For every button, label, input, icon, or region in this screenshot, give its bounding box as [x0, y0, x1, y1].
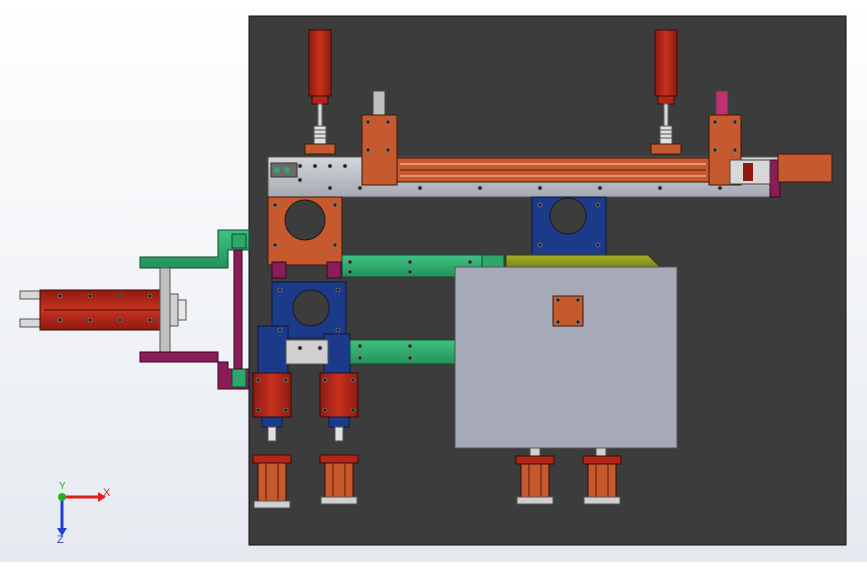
- bolt-head: [357, 355, 363, 361]
- bolt-head: [117, 317, 123, 323]
- bottom-cylinder-2[interactable]: [319, 454, 359, 505]
- bolt-head: [385, 147, 391, 153]
- bolt-head: [255, 407, 261, 413]
- clamp-mount-right[interactable]: [531, 196, 607, 256]
- bolt-head: [57, 317, 63, 323]
- bottom-cylinder-3[interactable]: [515, 447, 555, 505]
- bolt-head: [350, 377, 356, 383]
- bolt-head: [732, 119, 738, 125]
- bolt-head: [385, 119, 391, 125]
- bolt-head: [277, 327, 283, 333]
- bolt-head: [732, 147, 738, 153]
- bolt-head: [297, 163, 303, 169]
- bolt-head: [283, 407, 289, 413]
- bolt-head: [57, 293, 63, 299]
- bolt-head: [407, 355, 413, 361]
- bolt-head: [335, 327, 341, 333]
- bolt-head: [407, 269, 413, 275]
- bolt-head: [332, 202, 338, 208]
- bolt-head: [283, 377, 289, 383]
- bolt-head: [717, 185, 723, 191]
- bolt-head: [357, 343, 363, 349]
- bolt-head: [87, 293, 93, 299]
- z-axis-label: Z: [57, 534, 64, 546]
- rail-lower[interactable]: [349, 339, 457, 365]
- bolt-head: [537, 185, 543, 191]
- bolt-head: [477, 185, 483, 191]
- bolt-head: [407, 343, 413, 349]
- bolt-head: [712, 147, 718, 153]
- bolt-head: [87, 317, 93, 323]
- bolt-head: [657, 185, 663, 191]
- bolt-head: [595, 242, 601, 248]
- bolt-head: [407, 259, 413, 265]
- bolt-head: [147, 317, 153, 323]
- bolt-head: [297, 345, 303, 351]
- bolt-head: [342, 163, 348, 169]
- bolt-head: [277, 287, 283, 293]
- clamp-mount-lower[interactable]: [257, 281, 351, 375]
- bolt-head: [537, 202, 543, 208]
- bolt-head: [555, 319, 561, 325]
- bolt-head: [595, 202, 601, 208]
- bolt-head: [597, 185, 603, 191]
- bolt-head: [255, 377, 261, 383]
- bolt-head: [317, 345, 323, 351]
- bolt-head: [537, 242, 543, 248]
- bolt-head: [332, 242, 338, 248]
- bolt-head: [272, 242, 278, 248]
- bolt-head: [467, 259, 473, 265]
- bolt-head: [322, 377, 328, 383]
- bolt-head: [417, 185, 423, 191]
- bolt-head: [322, 407, 328, 413]
- bolt-head: [312, 163, 318, 169]
- bolt-head: [365, 147, 371, 153]
- cad-assembly-view[interactable]: X Y Z: [0, 0, 867, 562]
- bolt-head: [575, 319, 581, 325]
- bolt-head: [272, 202, 278, 208]
- bolt-head: [575, 297, 581, 303]
- bolt-head: [147, 293, 153, 299]
- bolt-head: [712, 119, 718, 125]
- cad-viewport[interactable]: X Y Z: [0, 0, 867, 562]
- bolt-head: [327, 163, 333, 169]
- x-axis-label: X: [103, 487, 111, 499]
- bolt-head: [365, 119, 371, 125]
- y-axis-label: Y: [59, 481, 66, 492]
- work-plate[interactable]: [454, 266, 678, 449]
- bottom-cylinder-4[interactable]: [582, 447, 622, 505]
- bolt-head: [555, 297, 561, 303]
- bolt-head: [117, 293, 123, 299]
- bolt-head: [297, 177, 303, 183]
- bolt-head: [350, 407, 356, 413]
- bolt-head: [327, 185, 333, 191]
- bottom-cylinder-1[interactable]: [252, 454, 292, 509]
- bolt-head: [347, 269, 353, 275]
- bolt-head: [335, 287, 341, 293]
- bolt-head: [357, 185, 363, 191]
- bolt-head: [347, 259, 353, 265]
